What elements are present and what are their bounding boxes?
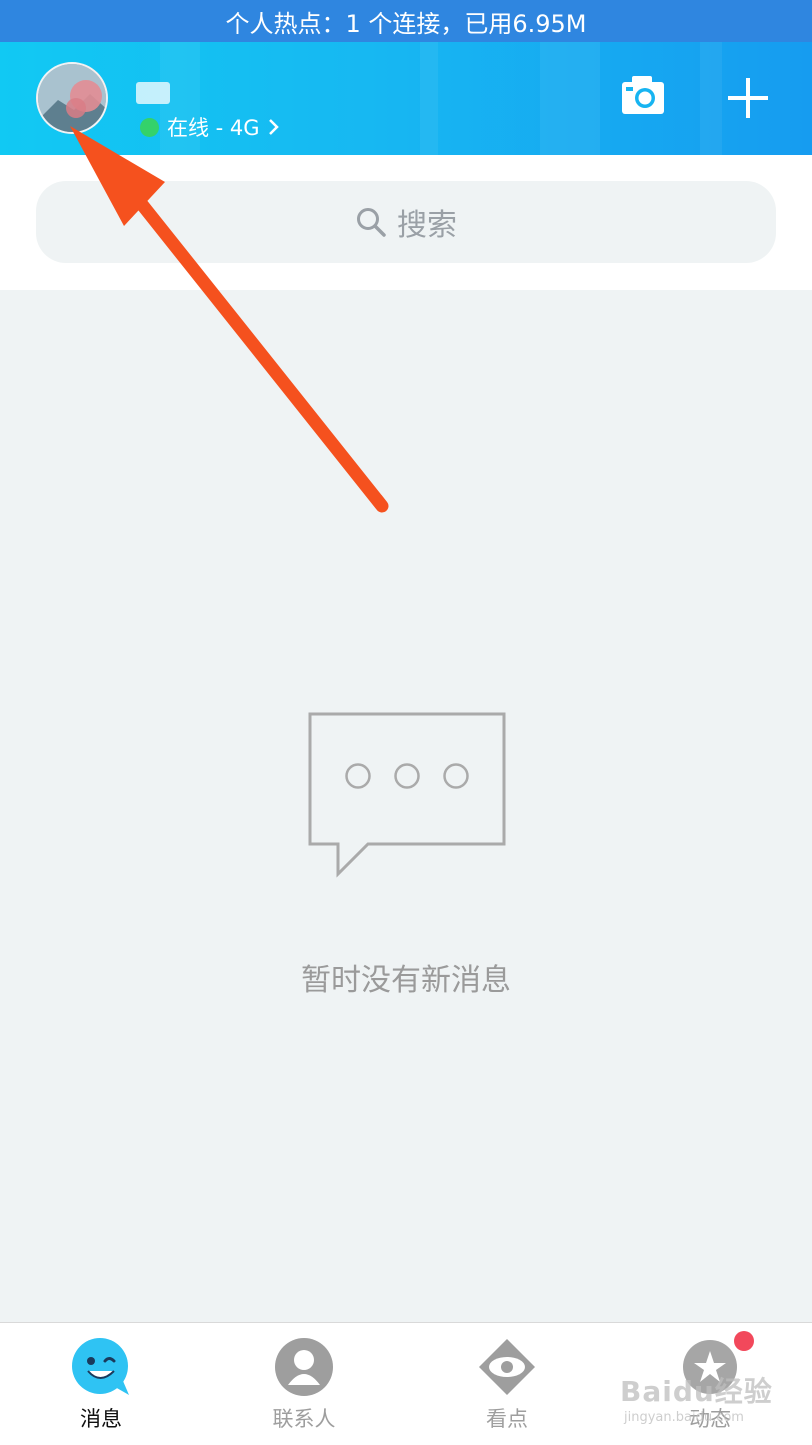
watermark-main: Baidu经验	[620, 1375, 773, 1408]
avatar-photo-icon	[38, 64, 106, 132]
camera-icon	[622, 76, 664, 114]
online-status-text: 在线 - 4G	[167, 116, 260, 140]
online-dot-icon	[140, 117, 159, 137]
empty-state-text: 暂时没有新消息	[301, 963, 511, 998]
tab-contacts[interactable]: 联系人	[234, 1323, 374, 1445]
message-smiley-icon	[72, 1338, 129, 1395]
tab-contacts-label: 联系人	[272, 1407, 336, 1431]
add-button[interactable]	[726, 76, 770, 120]
plus-icon	[728, 78, 768, 118]
tab-discover-label: 看点	[486, 1407, 528, 1431]
search-icon	[357, 208, 386, 237]
chevron-right-icon	[268, 119, 279, 135]
contacts-icon	[275, 1338, 333, 1396]
search-section: 搜索	[0, 155, 812, 290]
tab-messages-label: 消息	[80, 1407, 122, 1431]
search-input[interactable]: 搜索	[36, 181, 776, 263]
notification-badge	[734, 1331, 754, 1351]
search-placeholder: 搜索	[397, 208, 457, 243]
watermark: Baidu经验 jingyan.baidu.com	[620, 1370, 790, 1430]
hotspot-status-bar[interactable]: 个人热点：1 个连接，已用6.95M	[0, 0, 812, 42]
online-status[interactable]: 在线 - 4G	[140, 112, 280, 142]
eye-icon	[479, 1339, 535, 1395]
camera-button[interactable]	[620, 72, 666, 118]
user-avatar[interactable]	[36, 62, 108, 134]
watermark-sub: jingyan.baidu.com	[624, 1410, 744, 1425]
tab-messages[interactable]: 消息	[31, 1323, 171, 1445]
hotspot-status-text: 个人热点：1 个连接，已用6.95M	[225, 9, 587, 38]
app-header	[0, 42, 812, 155]
chat-bubble-icon	[308, 712, 506, 878]
user-nickname[interactable]	[136, 82, 170, 104]
tab-discover[interactable]: 看点	[437, 1323, 577, 1445]
